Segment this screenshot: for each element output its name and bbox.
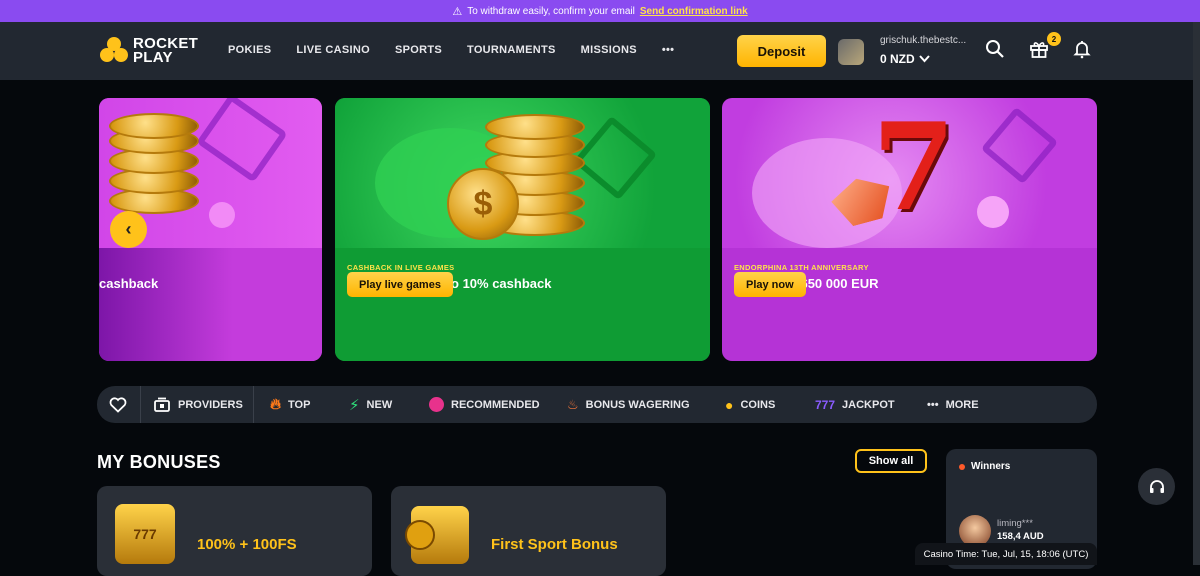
winners-title: Winners bbox=[971, 461, 1011, 472]
banner-art: $ bbox=[335, 98, 710, 248]
category-top[interactable]: 🔥︎ TOP bbox=[270, 386, 310, 423]
live-dot-icon bbox=[959, 464, 965, 470]
notice-text: To withdraw easily, confirm your email bbox=[467, 5, 635, 17]
bell-icon[interactable] bbox=[1071, 38, 1093, 60]
search-icon[interactable] bbox=[984, 38, 1006, 60]
username[interactable]: grischuk.thebestc... bbox=[880, 35, 966, 46]
bonus-card[interactable]: 777 100% + 100FS bbox=[97, 486, 372, 576]
gift-count-badge: 2 bbox=[1047, 32, 1061, 46]
casino-time: Casino Time: Tue, Jul, 15, 18:06 (UTC) bbox=[915, 543, 1097, 565]
carousel-prev-button[interactable]: ‹ bbox=[110, 211, 147, 248]
category-recommended[interactable]: RECOMMENDED bbox=[429, 386, 540, 423]
nav-pokies[interactable]: POKIES bbox=[228, 44, 271, 56]
nav-sports[interactable]: SPORTS bbox=[395, 44, 442, 56]
main-nav: POKIES LIVE CASINO SPORTS TOURNAMENTS MI… bbox=[228, 44, 674, 56]
jackpot-icon: 777 bbox=[815, 397, 836, 412]
category-jackpot[interactable]: 777 JACKPOT bbox=[815, 386, 895, 423]
deposit-button[interactable]: Deposit bbox=[737, 35, 826, 67]
logo[interactable]: ROCKET PLAY bbox=[99, 36, 198, 66]
email-notice-bar: ⚠ To withdraw easily, confirm your email… bbox=[0, 0, 1200, 22]
fire-icon: 🔥︎ bbox=[270, 396, 282, 413]
clover-logo-icon bbox=[99, 36, 129, 66]
bonus-card-title: First Sport Bonus bbox=[491, 536, 618, 553]
play-now-button[interactable]: Play now bbox=[734, 272, 806, 297]
promo-banner-endorphina[interactable]: 7 ENDORPHINA 13TH ANNIVERSARY Prize Pool… bbox=[722, 98, 1097, 361]
slot-machine-icon: 777 bbox=[115, 504, 175, 564]
wagering-icon: ♨ bbox=[567, 396, 579, 412]
send-confirmation-link[interactable]: Send confirmation link bbox=[640, 6, 748, 17]
my-bonuses-title: MY BONUSES bbox=[97, 452, 221, 472]
banner-3-tag: ENDORPHINA 13TH ANNIVERSARY bbox=[734, 263, 869, 272]
nav-live-casino[interactable]: LIVE CASINO bbox=[296, 44, 370, 56]
banner-1-title: cashback bbox=[99, 276, 159, 291]
banner-2-tag: CASHBACK IN LIVE GAMES bbox=[347, 263, 455, 272]
more-dots-icon: ••• bbox=[927, 398, 939, 411]
winner-amount: 158,4 AUD bbox=[997, 531, 1044, 542]
top-header: ROCKET PLAY POKIES LIVE CASINO SPORTS TO… bbox=[0, 22, 1200, 80]
football-icon bbox=[405, 520, 435, 550]
winner-username: liming*** bbox=[997, 518, 1033, 529]
logo-line-2: PLAY bbox=[133, 49, 173, 66]
bonus-card-title: 100% + 100FS bbox=[197, 536, 297, 553]
recommended-icon bbox=[429, 397, 444, 412]
category-providers[interactable]: PROVIDERS bbox=[153, 386, 243, 423]
chevron-down-icon bbox=[918, 55, 930, 63]
warning-icon: ⚠ bbox=[452, 5, 463, 18]
nav-missions[interactable]: MISSIONS bbox=[581, 44, 637, 56]
providers-icon bbox=[154, 397, 170, 412]
category-bar: PROVIDERS 🔥︎ TOP ⚡︎ NEW RECOMMENDED ♨ BO… bbox=[97, 386, 1097, 423]
balance-value: 0 NZD bbox=[880, 52, 915, 66]
bonus-card[interactable]: First Sport Bonus bbox=[391, 486, 666, 576]
nav-more-icon[interactable]: ••• bbox=[662, 44, 674, 56]
category-coins[interactable]: ● COINS bbox=[725, 386, 775, 423]
page-scrollbar[interactable] bbox=[1193, 22, 1200, 565]
show-all-button[interactable]: Show all bbox=[855, 449, 927, 473]
lightning-icon: ⚡︎ bbox=[349, 396, 360, 414]
favorites-button[interactable] bbox=[109, 386, 127, 423]
category-more[interactable]: ••• MORE bbox=[927, 386, 979, 423]
heart-icon bbox=[109, 396, 127, 413]
nav-tournaments[interactable]: TOURNAMENTS bbox=[467, 44, 556, 56]
banner-art: 7 bbox=[722, 98, 1097, 248]
category-new[interactable]: ⚡︎ NEW bbox=[349, 386, 392, 423]
coins-icon: ● bbox=[725, 396, 734, 413]
category-bonus-wagering[interactable]: ♨ BONUS WAGERING bbox=[567, 386, 690, 423]
promo-banner-live-cashback[interactable]: $ CASHBACK IN LIVE GAMES Play and get up… bbox=[335, 98, 710, 361]
balance-dropdown[interactable]: 0 NZD bbox=[880, 52, 930, 66]
avatar[interactable] bbox=[838, 39, 864, 65]
headset-icon bbox=[1149, 479, 1164, 493]
play-live-games-button[interactable]: Play live games bbox=[347, 272, 453, 297]
support-chat-button[interactable] bbox=[1138, 468, 1175, 505]
